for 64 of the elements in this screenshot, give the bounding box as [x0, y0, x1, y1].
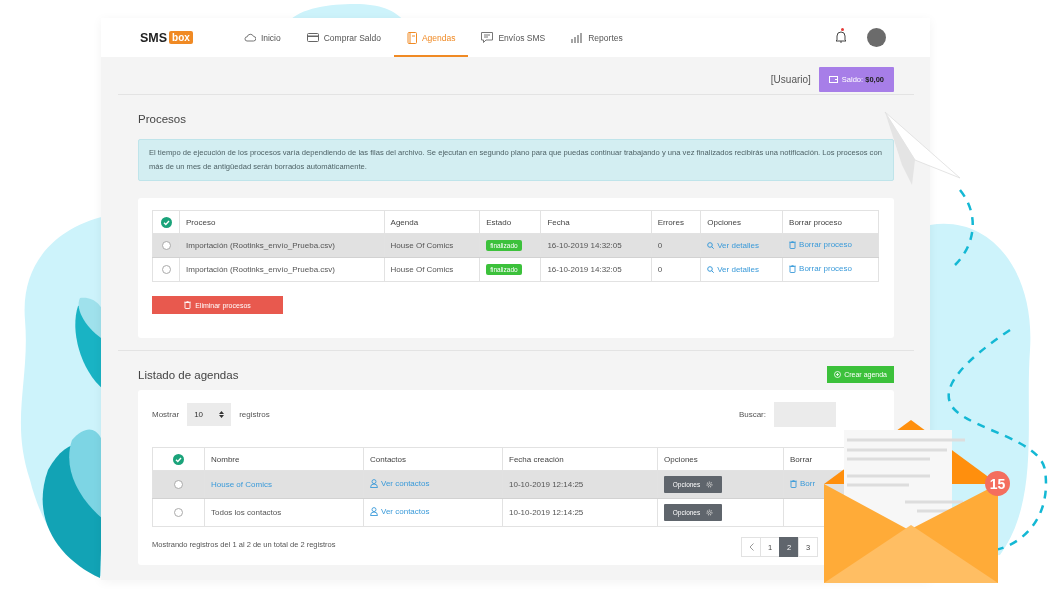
select-all-checkbox[interactable]: [173, 453, 184, 465]
table-cell: 16-10-2019 14:32:05: [540, 233, 652, 258]
bar-chart-icon: [571, 32, 584, 43]
user-avatar[interactable]: [867, 28, 886, 47]
search-icon: [707, 241, 715, 249]
chevron-left-icon: [748, 543, 754, 551]
page-size-select[interactable]: 10: [187, 403, 232, 426]
table-cell: House Of Comics: [384, 233, 480, 258]
credit-card-icon: [306, 33, 319, 42]
column-header: Nombre: [204, 447, 364, 471]
nav-tab[interactable]: Envíos SMS: [468, 18, 559, 57]
table-cell: Importación (Rootinks_envío_Prueba.csv): [179, 257, 385, 282]
select-all-checkbox[interactable]: [160, 216, 172, 228]
radio-button[interactable]: [174, 480, 183, 490]
table-cell: Todos los contactos: [211, 508, 282, 517]
column-header: Opciones: [700, 210, 783, 234]
column-header: Fecha creación: [502, 447, 658, 471]
nav-tab[interactable]: Inicio: [230, 18, 294, 57]
previous-page-button[interactable]: [741, 537, 761, 557]
search-label: Buscar:: [738, 410, 766, 419]
bell-icon[interactable]: [835, 29, 847, 43]
radio-button[interactable]: [161, 241, 171, 251]
plus-circle-icon: [834, 371, 842, 378]
column-header: Proceso: [179, 210, 385, 234]
column-header: Opciones: [657, 447, 784, 471]
trash-icon: [789, 240, 797, 249]
user-name: [Usuario]: [770, 73, 811, 85]
contacts-link[interactable]: Ver contactos: [370, 507, 430, 516]
records-label: registros: [239, 410, 270, 419]
user-icon: [370, 507, 378, 516]
column-header: Fecha: [540, 210, 652, 234]
column-header: Agenda: [384, 210, 480, 234]
nav-tab[interactable]: Reportes: [558, 18, 636, 57]
search-icon: [707, 265, 715, 273]
cloud-icon: [243, 33, 256, 42]
gear-icon: [706, 509, 714, 516]
radio-button[interactable]: [161, 265, 171, 275]
trash-icon: [789, 264, 797, 273]
column-header: Errores: [651, 210, 701, 234]
table-cell: Importación (Rootinks_envío_Prueba.csv): [179, 233, 385, 258]
section-title: Procesos: [138, 112, 187, 127]
gear-icon: [706, 481, 714, 488]
show-label: Mostrar: [152, 410, 180, 419]
brand-name: SMS: [140, 30, 168, 45]
radio-button[interactable]: [174, 508, 183, 518]
table-cell: 10-10-2019 12:14:25: [502, 470, 658, 499]
user-icon: [370, 479, 378, 488]
section-title: Listado de agendas: [138, 368, 239, 381]
trash-icon: [184, 301, 192, 309]
brand-tag: box: [169, 31, 193, 44]
table-cell: 10-10-2019 12:14:25: [502, 498, 658, 527]
wallet-icon: [828, 75, 838, 83]
notebook-icon: [406, 31, 417, 44]
table-cell: 16-10-2019 14:32:05: [540, 257, 652, 282]
table-cell: 0: [651, 257, 701, 282]
table-cell: 0: [651, 233, 701, 258]
column-header: Estado: [479, 210, 541, 234]
trash-icon: [790, 479, 797, 488]
column-header: Contactos: [363, 447, 503, 471]
chat-icon: [481, 32, 494, 43]
sort-caret-icon: [219, 411, 225, 418]
column-header: Borrar proceso: [782, 210, 879, 234]
table-cell: House Of Comics: [384, 257, 480, 282]
nav-tab[interactable]: Comprar Saldo: [293, 18, 394, 57]
